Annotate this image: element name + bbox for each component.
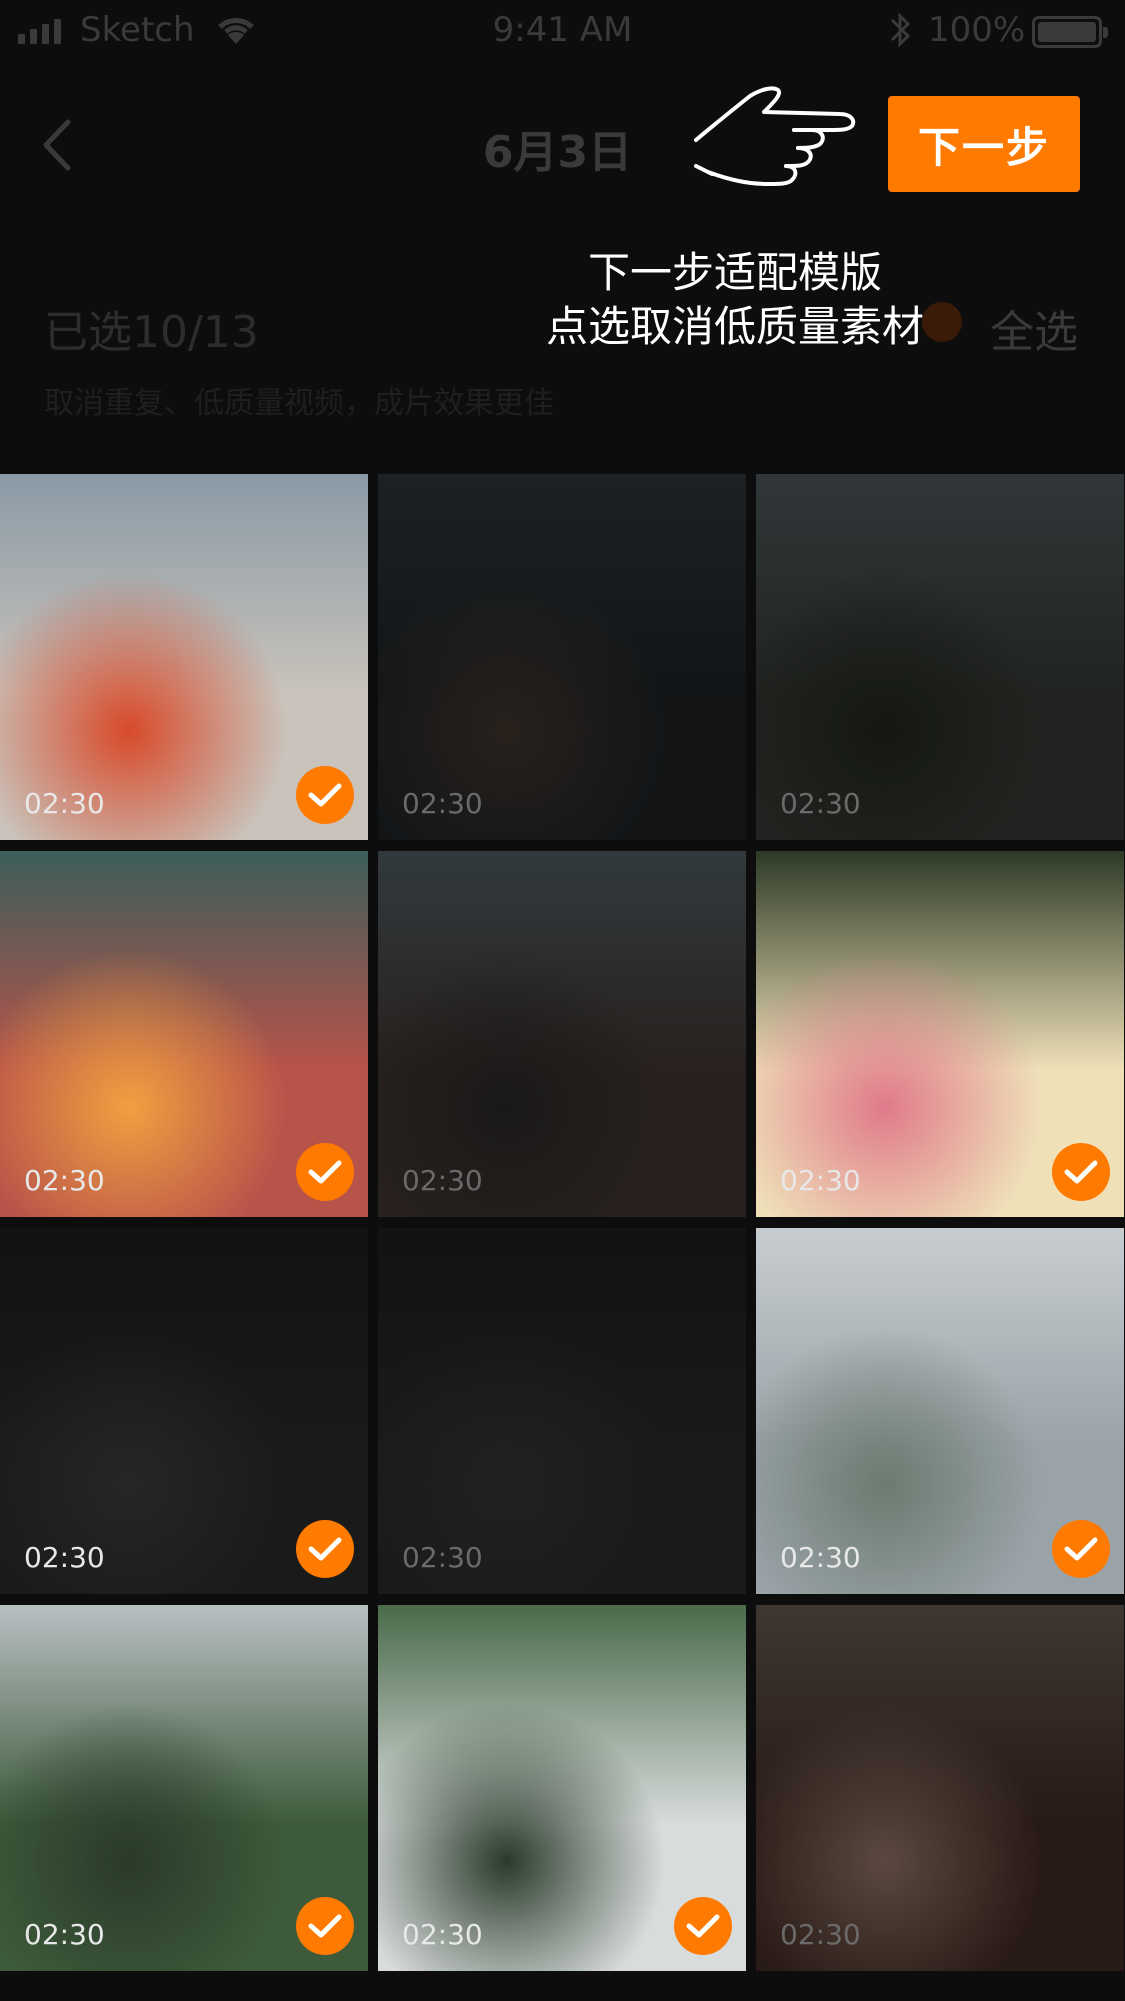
media-thumbnail-milkshake[interactable]: 02:30 (756, 1605, 1124, 1971)
media-thumbnail-waterfall-train[interactable]: 02:30 (378, 1605, 746, 1971)
selected-check-icon[interactable] (1052, 1520, 1110, 1578)
duration-label: 02:30 (24, 1918, 105, 1951)
duration-label: 02:30 (402, 1164, 483, 1197)
dim-overlay (756, 1605, 1124, 1971)
duration-label: 02:30 (402, 1918, 483, 1951)
guide-tip: 下一步适配模版 点选取消低质量素材 (520, 246, 950, 354)
media-thumbnail-woman-sunglasses[interactable]: 02:30 (378, 474, 746, 840)
selected-count: 已选10/13 (44, 307, 259, 358)
media-thumbnail-dome-glass[interactable]: 02:30 (756, 1228, 1124, 1594)
selected-check-icon[interactable] (296, 1520, 354, 1578)
media-thumbnail-flowers-white[interactable]: 02:30 (756, 851, 1124, 1217)
selected-check-icon[interactable] (674, 1897, 732, 1955)
media-thumbnail-fence-bokeh[interactable]: 02:30 (0, 851, 368, 1217)
duration-label: 02:30 (780, 787, 861, 820)
select-all-check-icon[interactable] (922, 302, 962, 342)
guide-tip-line1: 下一步适配模版 (587, 248, 882, 297)
battery-icon (1032, 16, 1108, 48)
battery-percent: 100% (928, 10, 1026, 50)
duration-label: 02:30 (24, 1164, 105, 1197)
dim-overlay (378, 1228, 746, 1594)
duration-label: 02:30 (402, 1541, 483, 1574)
dim-overlay (378, 474, 746, 840)
next-step-button[interactable]: 下一步 (888, 96, 1080, 192)
media-thumbnail-dark-plant[interactable]: 02:30 (0, 1228, 368, 1594)
select-all-button[interactable]: 全选 (990, 296, 1078, 360)
media-thumbnail-red-car[interactable]: 02:30 (0, 474, 368, 840)
duration-label: 02:30 (402, 787, 483, 820)
guide-tip-line2: 点选取消低质量素材 (545, 302, 924, 351)
dim-overlay (378, 851, 746, 1217)
selected-check-icon[interactable] (296, 1143, 354, 1201)
duration-label: 02:30 (780, 1541, 861, 1574)
selected-check-icon[interactable] (296, 766, 354, 824)
dim-overlay (756, 474, 1124, 840)
selected-check-icon[interactable] (296, 1897, 354, 1955)
duration-label: 02:30 (780, 1918, 861, 1951)
duration-label: 02:30 (780, 1164, 861, 1197)
bluetooth-icon (890, 12, 911, 48)
selection-hint: 取消重复、低质量视频，成片效果更佳 (44, 386, 554, 421)
media-thumbnail-dome-waterfall[interactable]: 02:30 (0, 1605, 368, 1971)
duration-label: 02:30 (24, 787, 105, 820)
media-thumbnail-plaza-building[interactable]: 02:30 (378, 851, 746, 1217)
media-thumbnail-old-bridge[interactable]: 02:30 (756, 474, 1124, 840)
pointing-hand-icon (694, 86, 856, 186)
duration-label: 02:30 (24, 1541, 105, 1574)
status-bar: Sketch 9:41 AM 100% (0, 0, 1125, 64)
media-thumbnail-flower-dark[interactable]: 02:30 (378, 1228, 746, 1594)
selected-check-icon[interactable] (1052, 1143, 1110, 1201)
